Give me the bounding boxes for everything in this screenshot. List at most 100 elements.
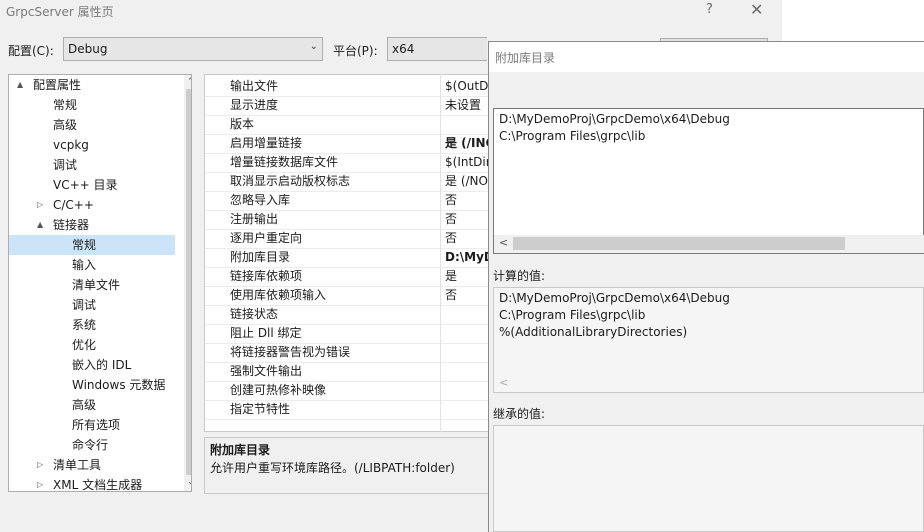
directories-edit-box[interactable]: D:\MyDemoProj\GrpcDemo\x64\Debug C:\Prog…	[493, 108, 924, 254]
property-value[interactable]: 否	[445, 229, 457, 248]
property-name: 使用库依赖项输入	[230, 288, 327, 302]
tree-item[interactable]: vcpkg	[9, 135, 175, 155]
tree-item[interactable]: 所有选项	[9, 415, 175, 435]
property-row[interactable]: 启用增量链接 是 (/INC	[205, 134, 493, 154]
computed-line: C:\Program Files\grpc\lib	[499, 308, 646, 322]
tree-item-label: XML 文档生成器	[53, 478, 143, 492]
close-button[interactable]: ✕	[750, 0, 763, 19]
property-row[interactable]: 显示进度 未设置	[205, 96, 493, 116]
tree-item[interactable]: VC++ 目录	[9, 175, 175, 195]
tree-item[interactable]: Windows 元数据	[9, 375, 175, 395]
property-value[interactable]: 是	[445, 267, 457, 286]
tree-item[interactable]: 优化	[9, 335, 175, 355]
tree-item[interactable]: 常规	[9, 235, 175, 255]
collapsed-arrow-icon[interactable]: ▷	[37, 455, 43, 475]
tree-item-label: 调试	[72, 298, 97, 312]
tree-item-label: 高级	[72, 398, 97, 412]
property-name: 输出文件	[230, 79, 279, 93]
inherited-values-box	[493, 425, 924, 532]
property-value[interactable]: 否	[445, 191, 457, 210]
directory-line[interactable]: D:\MyDemoProj\GrpcDemo\x64\Debug	[499, 112, 730, 126]
property-value[interactable]: 否	[445, 286, 457, 305]
tree-item[interactable]: 系统	[9, 315, 175, 335]
property-row[interactable]: 阻止 Dll 绑定	[205, 324, 493, 344]
tree-item-label: 输入	[72, 258, 97, 272]
property-row[interactable]: 取消显示启动版权标志 是 (/NO	[205, 172, 493, 192]
tree-item-label: 常规	[53, 98, 78, 112]
tree-item[interactable]: 高级	[9, 115, 175, 135]
tree-item[interactable]: 清单文件	[9, 275, 175, 295]
computed-line: D:\MyDemoProj\GrpcDemo\x64\Debug	[499, 291, 730, 305]
config-select[interactable]: Debug ⌄	[63, 37, 323, 61]
title-bar: GrpcServer 属性页 ? ✕	[0, 0, 782, 22]
scroll-left-icon: <	[499, 376, 509, 389]
tree-item[interactable]: ▷ C/C++	[9, 195, 175, 215]
tree-item[interactable]: ▲ 链接器	[9, 215, 175, 235]
property-row[interactable]: 链接状态	[205, 305, 493, 325]
tree-item[interactable]: 常规	[9, 95, 175, 115]
property-name: 显示进度	[230, 98, 279, 112]
tree-item-label: 调试	[53, 158, 78, 172]
property-row[interactable]: 忽略导入库 否	[205, 191, 493, 211]
property-row[interactable]: 指定节特性	[205, 400, 493, 420]
tree-item-label: 命令行	[72, 438, 109, 452]
property-value[interactable]: 未设置	[445, 96, 481, 115]
help-button[interactable]: ?	[706, 2, 713, 17]
property-value[interactable]: 否	[445, 210, 457, 229]
tree-scroll-thumb[interactable]	[186, 89, 191, 475]
edit-scroll-thumb[interactable]	[513, 237, 845, 250]
tree-item-label: vcpkg	[53, 138, 89, 152]
property-name: 附加库目录	[230, 250, 291, 264]
property-row[interactable]: 链接库依赖项 是	[205, 267, 493, 287]
tree-item[interactable]: 命令行	[9, 435, 175, 455]
property-tree[interactable]: ▲ 配置属性 常规 高级 vcpkg 调试 VC++ 目录 ▷ C/C++ ▲ 链接器 常规 输入 清单文…	[8, 74, 192, 492]
scroll-up-icon[interactable]: ⌃	[187, 77, 191, 87]
tree-item[interactable]: 高级	[9, 395, 175, 415]
tree-item[interactable]: 调试	[9, 295, 175, 315]
property-value[interactable]: $(OutDi	[445, 77, 492, 96]
collapsed-arrow-icon[interactable]: ▷	[37, 195, 43, 215]
property-row[interactable]: 使用库依赖项输入 否	[205, 286, 493, 306]
property-name: 创建可热修补映像	[230, 383, 327, 397]
property-value[interactable]: $(IntDir	[445, 153, 491, 172]
inherited-values-label: 继承的值:	[493, 407, 546, 421]
tree-item-label: 清单文件	[72, 278, 121, 292]
property-name: 强制文件输出	[230, 364, 303, 378]
property-name: 将链接器警告视为错误	[230, 345, 351, 359]
tree-item[interactable]: 调试	[9, 155, 175, 175]
property-value[interactable]: 是 (/NO	[445, 172, 488, 191]
scroll-left-icon[interactable]: <	[499, 236, 508, 249]
property-row[interactable]: 将链接器警告视为错误	[205, 343, 493, 363]
scroll-down-icon[interactable]: ⌄	[187, 477, 191, 487]
computed-values-label: 计算的值:	[493, 269, 546, 283]
property-row[interactable]: 创建可热修补映像	[205, 381, 493, 401]
property-row[interactable]: 附加库目录 D:\MyD	[205, 248, 493, 268]
tree-item[interactable]: 输入	[9, 255, 175, 275]
property-row[interactable]: 逐用户重定向 否	[205, 229, 493, 249]
expanded-arrow-icon[interactable]: ▲	[37, 215, 43, 235]
tree-item-label: C/C++	[53, 198, 94, 212]
property-row[interactable]: 版本	[205, 115, 493, 135]
description-panel: 附加库目录 允许用户重写环境库路径。(/LIBPATH:folder)	[204, 437, 494, 494]
directory-line[interactable]: C:\Program Files\grpc\lib	[499, 129, 645, 143]
property-value[interactable]: 是 (/INC	[445, 134, 493, 153]
config-value: Debug	[68, 42, 108, 56]
expanded-arrow-icon[interactable]: ▲	[17, 75, 23, 95]
property-grid[interactable]: 输出文件 $(OutDi 显示进度 未设置版本启用增量链接是 (/INC 增量链接数据库…	[204, 74, 494, 432]
tree-item-label: 配置属性	[33, 78, 82, 92]
collapsed-arrow-icon[interactable]: ▷	[37, 475, 43, 491]
tree-item[interactable]: ▷ XML 文档生成器	[9, 475, 175, 492]
tree-item[interactable]: ▲ 配置属性	[9, 75, 175, 95]
tree-item[interactable]: ▷ 清单工具	[9, 455, 175, 475]
platform-select[interactable]: x64	[387, 37, 487, 61]
property-name: 版本	[230, 117, 255, 131]
grid-column-divider[interactable]	[440, 74, 441, 432]
tree-item[interactable]: 嵌入的 IDL	[9, 355, 175, 375]
property-name: 阻止 Dll 绑定	[230, 326, 302, 340]
property-row[interactable]: 强制文件输出	[205, 362, 493, 382]
property-value[interactable]: D:\MyD	[445, 248, 493, 267]
property-row[interactable]: 增量链接数据库文件 $(IntDir	[205, 153, 493, 173]
property-row[interactable]: 输出文件 $(OutDi	[205, 77, 493, 97]
dialog-title: 附加库目录	[495, 51, 556, 65]
property-row[interactable]: 注册输出 否	[205, 210, 493, 230]
